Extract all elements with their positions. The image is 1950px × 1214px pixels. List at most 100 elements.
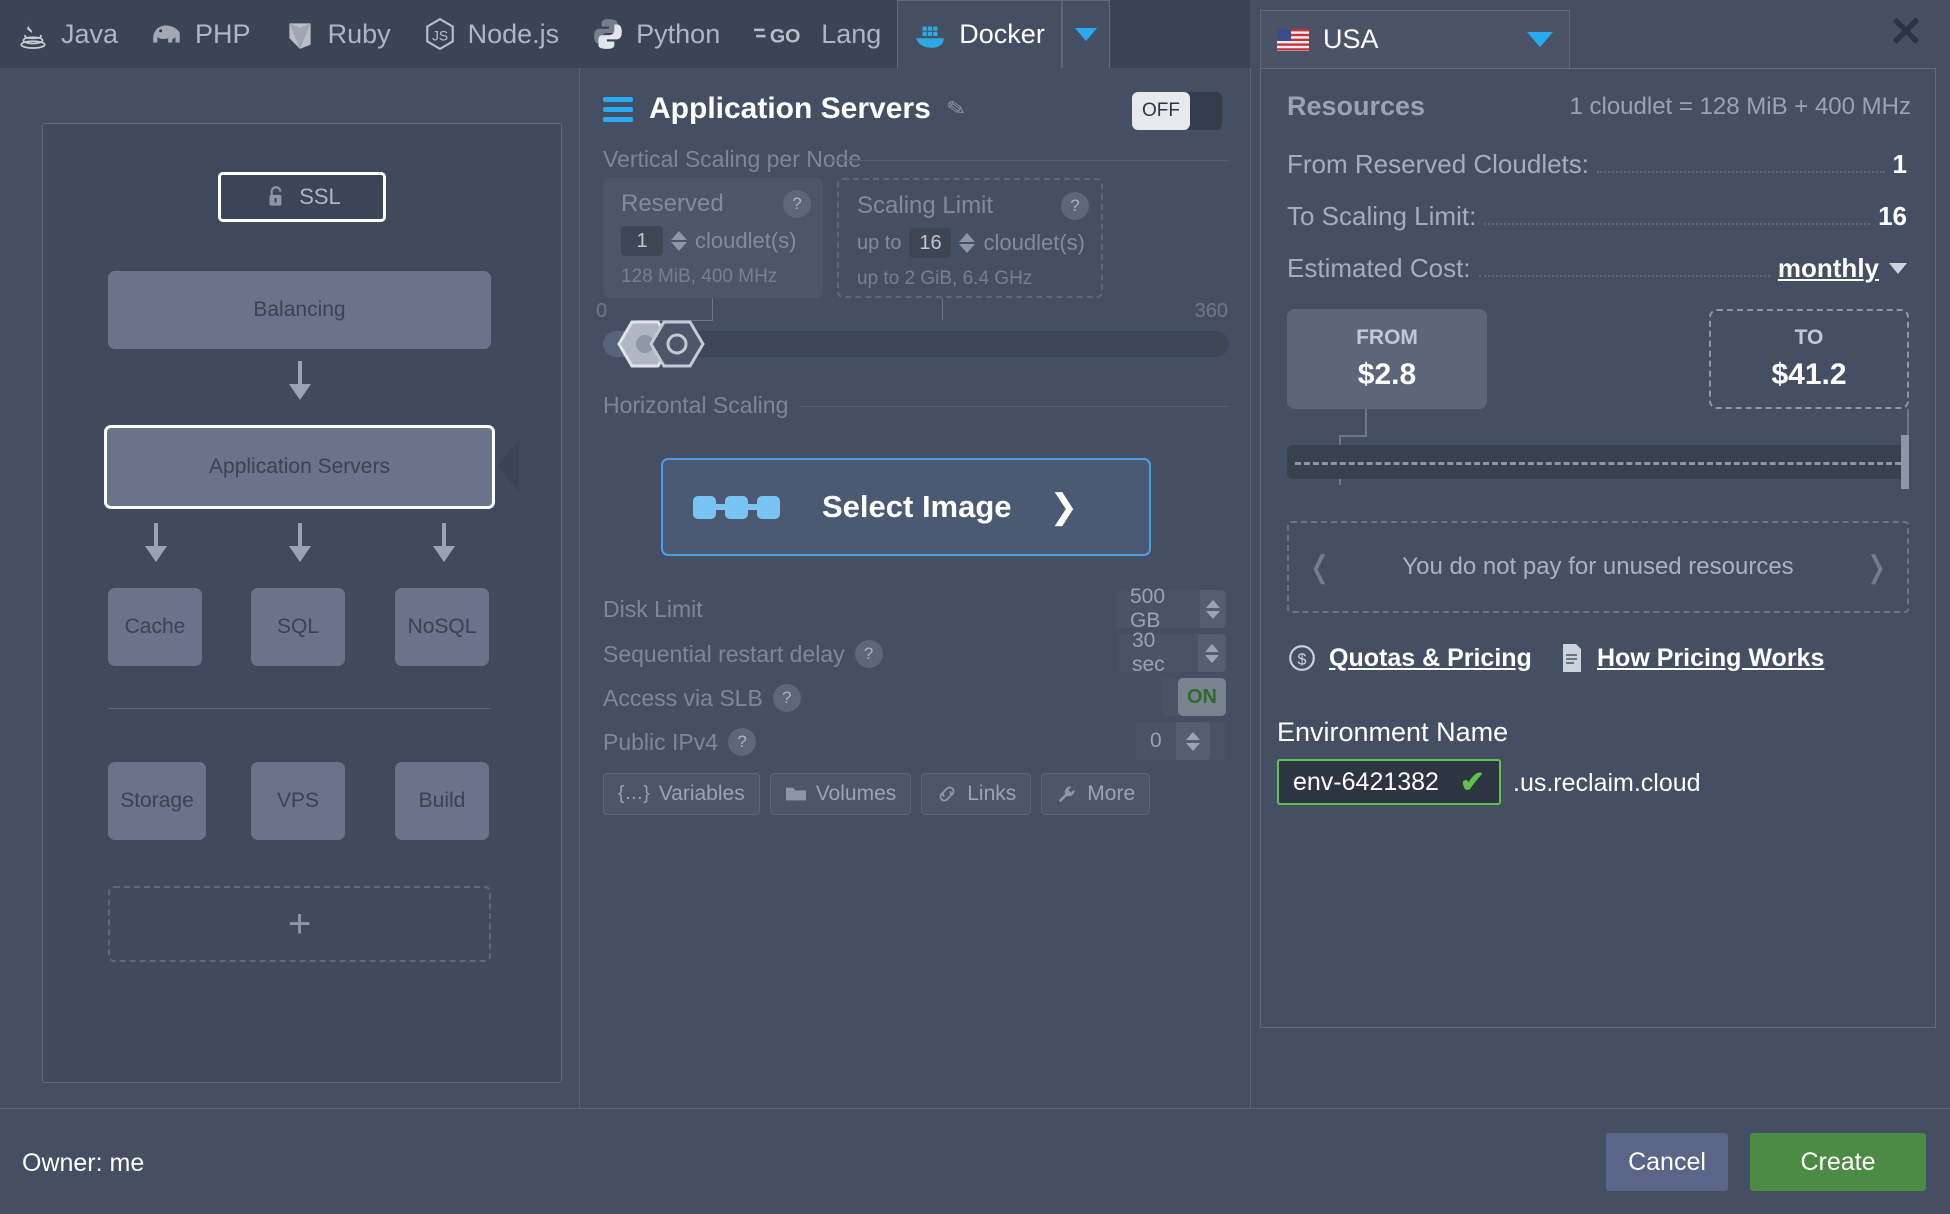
cost-range-dash [1295,462,1901,465]
dotted-leader [1597,171,1885,173]
node-power-toggle-label: OFF [1132,92,1190,130]
reserved-spinner[interactable] [671,231,687,251]
disk-limit-row: Disk Limit [603,596,703,623]
billing-period-select[interactable]: monthly [1778,253,1879,284]
disk-limit-label: Disk Limit [603,596,703,622]
row-estimated-cost: Estimated Cost: monthly [1287,253,1907,284]
more-label: More [1087,782,1136,805]
tab-label: Python [636,18,721,49]
tab-python[interactable]: Python [575,0,736,68]
topology-panel: SSL Balancing Application Servers Cache [0,68,580,1108]
ruby-gem-icon [288,23,311,49]
topology-node-balancing[interactable]: Balancing [108,271,491,349]
scaling-limit-help-icon[interactable]: ? [1061,192,1089,220]
chevron-right-icon[interactable]: ❭ [1864,550,1889,585]
scaling-limit-stepper[interactable]: up to 16 cloudlet(s) [857,228,1085,258]
node-power-toggle[interactable]: OFF [1132,92,1222,130]
access-slb-toggle[interactable]: ON [1162,678,1226,716]
topology-add-node-button[interactable]: + [108,886,491,962]
reserved-help-icon[interactable]: ? [783,190,811,218]
unlocked-padlock-icon [269,186,282,206]
restart-delay-help-icon[interactable]: ? [854,640,883,668]
wrench-icon [1059,786,1075,803]
chevron-down-icon [1889,263,1907,274]
topology-node-vps[interactable]: VPS [251,762,345,840]
cost-range-end-marker [1901,435,1909,489]
ssl-toggle-chip[interactable]: SSL [218,172,386,222]
hamburger-icon[interactable] [603,96,633,122]
more-stacks-button[interactable] [1061,0,1110,68]
access-slb-help-icon[interactable]: ? [772,684,801,712]
restart-delay-value[interactable]: 30 sec [1118,629,1198,677]
spinner-up-icon [1185,731,1200,740]
environment-name-value[interactable]: env-6421382 [1293,768,1439,797]
environment-name-input[interactable]: env-6421382 ✔ [1277,759,1501,805]
links-button[interactable]: Links [921,773,1032,815]
variables-label: Variables [658,782,745,805]
tab-ruby[interactable]: Ruby [267,0,407,68]
variables-button[interactable]: {…} Variables [603,773,760,815]
topology-node-sql[interactable]: SQL [251,588,345,666]
cost-to-value: $41.2 [1771,358,1847,391]
volumes-button[interactable]: Volumes [769,773,912,815]
more-button[interactable]: More [1041,773,1151,815]
flow-arrow-icon [433,546,455,562]
dotted-leader [1484,223,1871,225]
tab-nodejs[interactable]: JS Node.js [407,0,576,68]
create-button[interactable]: Create [1750,1133,1926,1191]
scaling-slider-handle-limit[interactable] [649,318,705,370]
public-ipv4-spinner[interactable] [1175,722,1210,760]
topology-node-storage[interactable]: Storage [108,762,206,840]
tab-php[interactable]: PHP [134,0,267,68]
topology-node-build[interactable]: Build [395,762,489,840]
close-dialog-button[interactable]: ✕ [1884,10,1928,54]
topology-node-cache[interactable]: Cache [108,588,202,666]
quotas-pricing-link[interactable]: $ Quotas & Pricing [1287,643,1532,673]
public-ipv4-stepper[interactable]: 0 [1136,722,1226,760]
scaling-limit-card: Scaling Limit ? up to 16 cloudlet(s) up … [837,178,1103,298]
how-pricing-works-link[interactable]: How Pricing Works [1559,643,1824,673]
cost-to-box: TO $41.2 [1709,309,1909,409]
scaling-limit-spinner[interactable] [959,233,976,253]
disk-limit-spinner[interactable] [1199,590,1226,628]
disk-limit-stepper[interactable]: 500 GB [1116,585,1226,632]
slider-max-label: 360 [1194,300,1228,322]
dollar-circle-icon: $ [1289,645,1315,671]
cancel-button[interactable]: Cancel [1606,1133,1728,1191]
scaling-limit-title: Scaling Limit [857,192,994,219]
restart-delay-spinner[interactable] [1197,634,1226,672]
horizontal-scaling-section-label: Horizontal Scaling [603,392,789,418]
pencil-icon[interactable]: ✎ [945,95,968,124]
flow-arrow-icon [145,546,167,562]
tab-java[interactable]: Java [0,0,134,68]
section-rule [799,406,1229,407]
tab-label: Java [61,18,119,49]
chevron-left-icon[interactable]: ❬ [1307,550,1332,585]
select-image-button[interactable]: Select Image ❯ [661,458,1151,556]
quotas-pricing-label: Quotas & Pricing [1329,643,1532,672]
restart-delay-stepper[interactable]: 30 sec [1118,629,1226,676]
public-ipv4-value[interactable]: 0 [1136,729,1176,753]
row-key: Estimated Cost: [1287,253,1471,283]
selection-caret-icon [497,440,519,492]
public-ipv4-help-icon[interactable]: ? [728,728,757,756]
svg-text:JS: JS [432,27,448,43]
node-label: SQL [276,615,320,638]
link-icon [939,786,955,802]
chevron-down-icon [1527,32,1553,47]
node-label: VPS [276,789,320,812]
tab-docker[interactable]: Docker [897,0,1062,69]
reserved-unit: cloudlet(s) [695,228,797,253]
vertical-scaling-section-label: Vertical Scaling per Node [603,146,862,172]
reserved-stepper[interactable]: 1 cloudlet(s) [621,226,796,256]
reserved-title: Reserved [621,190,724,217]
reserved-value[interactable]: 1 [621,226,663,256]
disk-limit-value[interactable]: 500 GB [1116,585,1200,633]
owner-label: Owner: me [22,1149,145,1177]
scaling-limit-value[interactable]: 16 [909,228,952,258]
region-selector[interactable]: USA [1260,10,1570,68]
tab-go-lang[interactable]: GO Lang [736,0,897,68]
topology-node-nosql[interactable]: NoSQL [395,588,489,666]
topology-node-application-servers[interactable]: Application Servers [104,425,495,509]
volumes-label: Volumes [815,782,897,805]
